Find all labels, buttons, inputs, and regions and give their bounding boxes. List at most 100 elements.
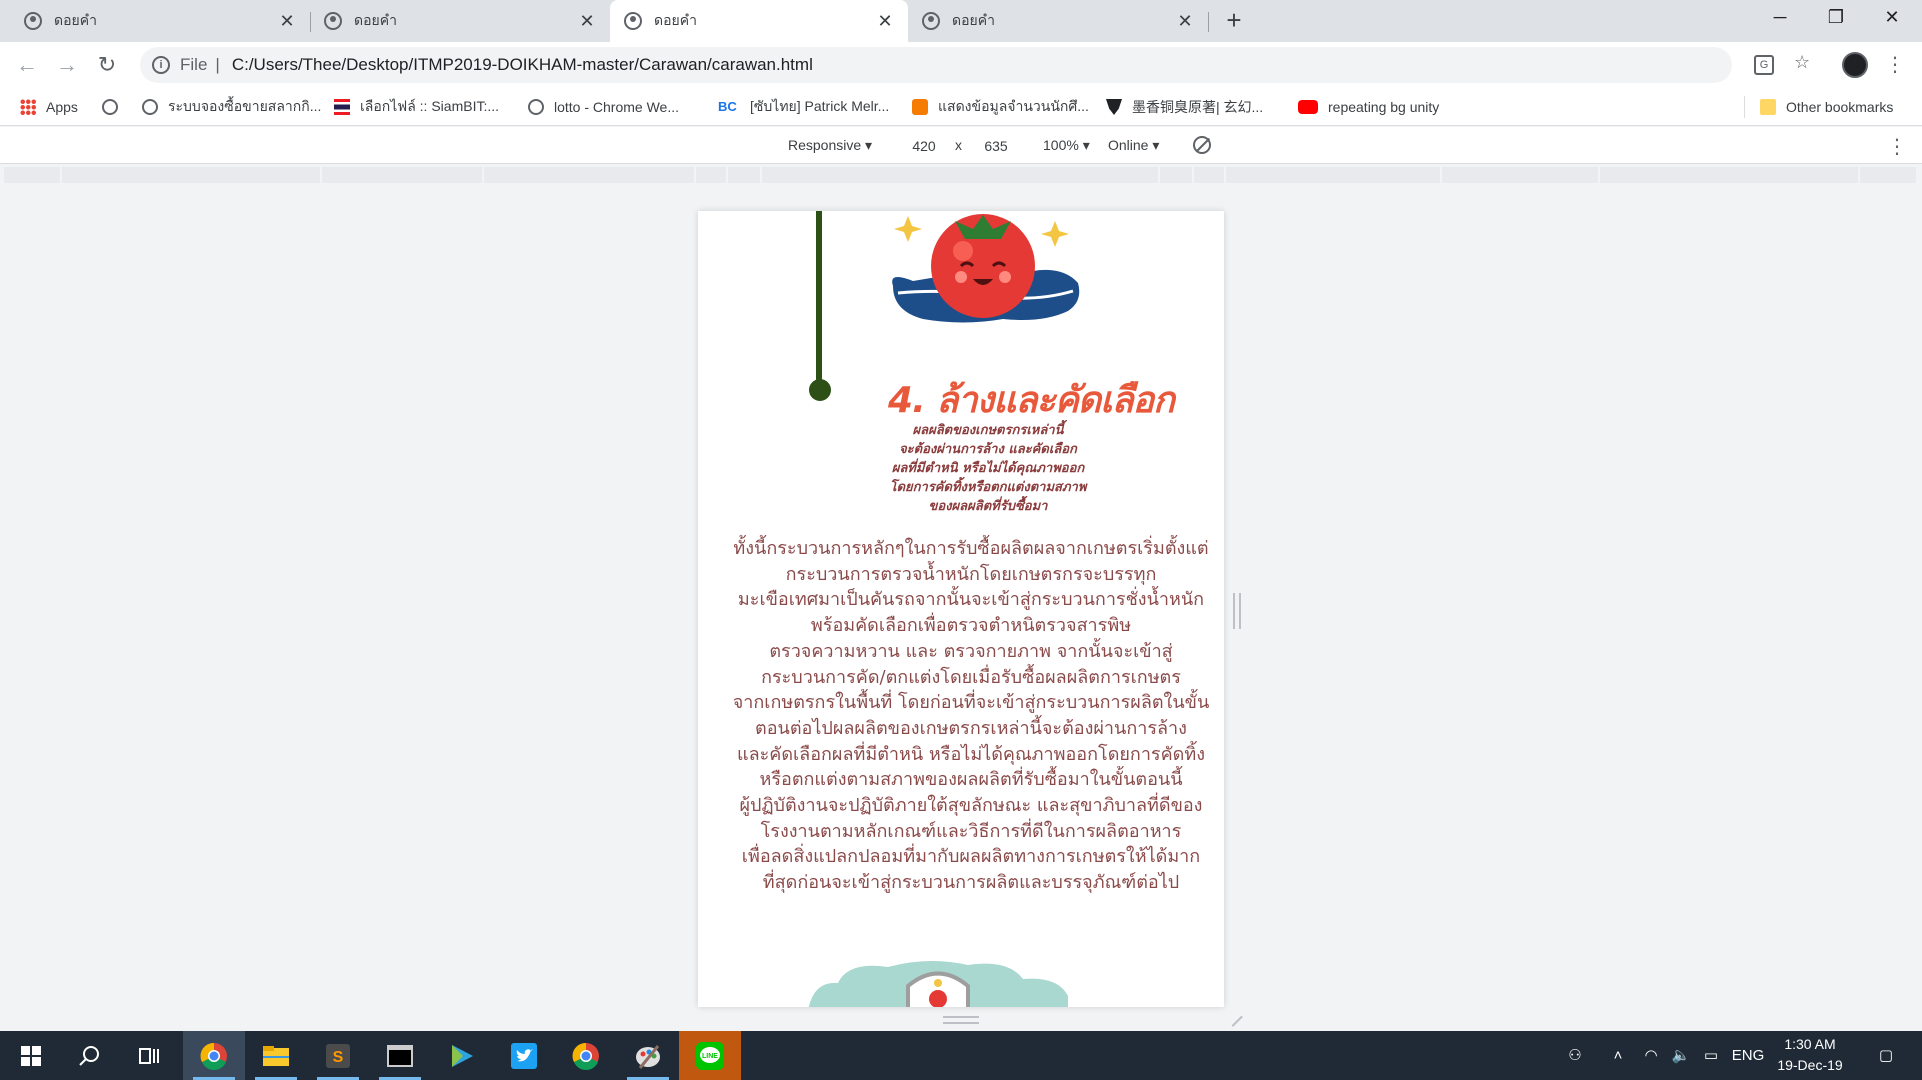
tab-1[interactable]: ดอยคำ ✕ xyxy=(10,0,310,42)
ruler-segment[interactable] xyxy=(1442,167,1598,183)
bookmark-item[interactable]: 墨香铜臭原著| 玄幻... xyxy=(1106,96,1263,118)
tab-2[interactable]: ดอยคำ ✕ xyxy=(310,0,610,42)
translate-icon[interactable]: G xyxy=(1754,55,1774,75)
terminal-icon xyxy=(387,1044,413,1067)
viewport-resize-handle-right[interactable] xyxy=(1233,593,1241,629)
chrome-taskbar-button[interactable] xyxy=(183,1031,245,1080)
bookmark-item[interactable]: lotto - Chrome We... xyxy=(528,96,679,118)
profile-avatar[interactable] xyxy=(1842,52,1868,78)
bookmark-item[interactable]: BC [ซับไทย] Patrick Melr... xyxy=(718,96,889,118)
chevron-up-icon[interactable]: ˄ xyxy=(1604,1031,1632,1080)
notifications-icon[interactable]: ▢ xyxy=(1866,1031,1906,1080)
bookmark-label: Apps xyxy=(46,99,78,115)
close-tab-icon[interactable]: ✕ xyxy=(876,11,894,32)
sublime-text-button[interactable]: S xyxy=(307,1031,369,1080)
reload-button[interactable]: ↻ xyxy=(92,50,122,80)
close-window-button[interactable]: ✕ xyxy=(1864,0,1920,34)
people-icon[interactable]: ⚇ xyxy=(1560,1031,1590,1080)
media-player-button[interactable] xyxy=(431,1031,493,1080)
ruler-segment[interactable] xyxy=(1600,167,1858,183)
tab-title: ดอยคำ xyxy=(354,12,397,28)
bookmarks-separator xyxy=(1744,96,1745,118)
bookmark-label: เลือกไฟล์ :: SiamBIT:... xyxy=(360,98,500,114)
tab-title: ดอยคำ xyxy=(952,12,995,28)
tab-title: ดอยคำ xyxy=(654,12,697,28)
zoom-select[interactable]: 100% ▾ xyxy=(1043,137,1090,154)
hanging-stick xyxy=(816,211,822,386)
other-bookmarks[interactable]: Other bookmarks xyxy=(1760,96,1893,118)
address-bar[interactable]: i File | C:/Users/Thee/Desktop/ITMP2019-… xyxy=(140,47,1732,83)
ruler-segment[interactable] xyxy=(1160,167,1192,183)
close-tab-icon[interactable]: ✕ xyxy=(1176,11,1194,32)
ruler-segment[interactable] xyxy=(4,167,60,183)
rotate-icon[interactable] xyxy=(1193,136,1211,154)
twitter-button[interactable] xyxy=(493,1031,555,1080)
line-button[interactable]: LINE xyxy=(679,1031,741,1080)
device-menu-icon[interactable]: ⋮ xyxy=(1887,134,1907,159)
new-tab-button[interactable]: + xyxy=(1219,6,1249,36)
bookmark-item[interactable]: repeating bg unity xyxy=(1298,96,1439,118)
ruler-segment[interactable] xyxy=(762,167,1158,183)
bookmark-item[interactable]: ระบบจองซื้อขายสลากกิ... xyxy=(142,96,321,118)
minimize-button[interactable]: ─ xyxy=(1752,0,1808,34)
close-tab-icon[interactable]: ✕ xyxy=(278,11,296,32)
bookmark-label: ระบบจองซื้อขายสลากกิ... xyxy=(168,98,322,114)
height-input[interactable]: 635 xyxy=(970,135,1022,157)
close-tab-icon[interactable]: ✕ xyxy=(578,11,596,32)
start-button[interactable] xyxy=(0,1031,62,1080)
ruler-segment[interactable] xyxy=(1860,167,1916,183)
language-indicator[interactable]: ENG xyxy=(1730,1031,1766,1080)
clock[interactable]: 1:30 AM 19-Dec-19 xyxy=(1762,1034,1858,1076)
paint-button[interactable] xyxy=(617,1031,679,1080)
bookmark-label: 墨香铜臭原著| 玄幻... xyxy=(1132,99,1264,115)
ruler-segment[interactable] xyxy=(1194,167,1224,183)
restore-button[interactable]: ❐ xyxy=(1808,0,1864,34)
terminal-button[interactable] xyxy=(369,1031,431,1080)
network-label: Online xyxy=(1108,137,1149,153)
zoom-label: 100% xyxy=(1043,137,1079,153)
subheading-line: ผลผลิตของเกษตรกรเหล่านี้ xyxy=(912,423,1064,438)
info-icon[interactable]: i xyxy=(152,56,170,74)
viewport-resize-handle-corner[interactable] xyxy=(1223,1007,1243,1027)
scheme-separator: | xyxy=(215,55,220,74)
ruler-segment[interactable] xyxy=(62,167,320,183)
chrome-2-button[interactable] xyxy=(555,1031,617,1080)
back-button[interactable]: ← xyxy=(12,50,42,80)
bookmark-item[interactable]: เลือกไฟล์ :: SiamBIT:... xyxy=(334,96,499,118)
tab-4[interactable]: ดอยคำ ✕ xyxy=(908,0,1208,42)
ruler-segment[interactable] xyxy=(728,167,760,183)
wifi-icon[interactable]: ◠ xyxy=(1636,1031,1666,1080)
ruler-segment[interactable] xyxy=(1226,167,1440,183)
bookmarks-bar: Apps ระบบจองซื้อขายสลากกิ... เลือกไฟล์ :… xyxy=(0,88,1922,126)
section-heading: 4. ล้างและคัดเลือก xyxy=(888,380,1175,421)
bookmark-item[interactable]: แสดงข้อมูลจำนวนนักศึ... xyxy=(912,96,1089,118)
search-button[interactable] xyxy=(58,1031,120,1080)
ruler-segment[interactable] xyxy=(696,167,726,183)
ruler-segment[interactable] xyxy=(322,167,482,183)
device-label: Responsive xyxy=(788,137,862,153)
bookmark-apps[interactable]: Apps xyxy=(20,96,78,118)
device-select[interactable]: Responsive ▾ xyxy=(788,137,872,154)
apps-grid-icon xyxy=(20,99,36,115)
battery-icon[interactable]: ▭ xyxy=(1696,1031,1726,1080)
bookmark-star-icon[interactable]: ☆ xyxy=(1794,52,1810,73)
network-select[interactable]: Online ▾ xyxy=(1108,137,1159,154)
volume-icon[interactable]: 🔈 xyxy=(1666,1031,1696,1080)
body-line: โรงงานตามหลักเกณฑ์และวิธีการที่ดีในการผล… xyxy=(760,820,1182,842)
section-body: ทั้งนี้กระบวนการหลักๆในการรับซื้อผลิตผลจ… xyxy=(724,536,1218,896)
viewport-resize-handle-bottom[interactable] xyxy=(943,1016,979,1024)
media-query-ruler[interactable] xyxy=(0,165,1922,185)
tab-separator xyxy=(1208,12,1209,32)
bookmark-globe[interactable] xyxy=(102,96,128,118)
tab-3-active[interactable]: ดอยคำ ✕ xyxy=(610,0,908,42)
subheading-line: โดยการคัดทิ้งหรือตกแต่งตามสภาพ xyxy=(889,480,1087,495)
forward-button[interactable]: → xyxy=(52,50,82,80)
file-explorer-button[interactable] xyxy=(245,1031,307,1080)
url-text[interactable]: C:/Users/Thee/Desktop/ITMP2019-DOIKHAM-m… xyxy=(232,55,813,75)
task-view-button[interactable] xyxy=(118,1031,180,1080)
body-line: กระบวนการตรวจน้ำหนักโดยเกษตรกรจะบรรทุก xyxy=(785,563,1157,585)
width-input[interactable]: 420 xyxy=(898,135,950,157)
ruler-segment[interactable] xyxy=(484,167,694,183)
chrome-menu-icon[interactable]: ⋮ xyxy=(1885,52,1905,77)
body-line: เพื่อลดสิ่งแปลกปลอมที่มากับผลผลิตทางการเ… xyxy=(741,846,1201,868)
